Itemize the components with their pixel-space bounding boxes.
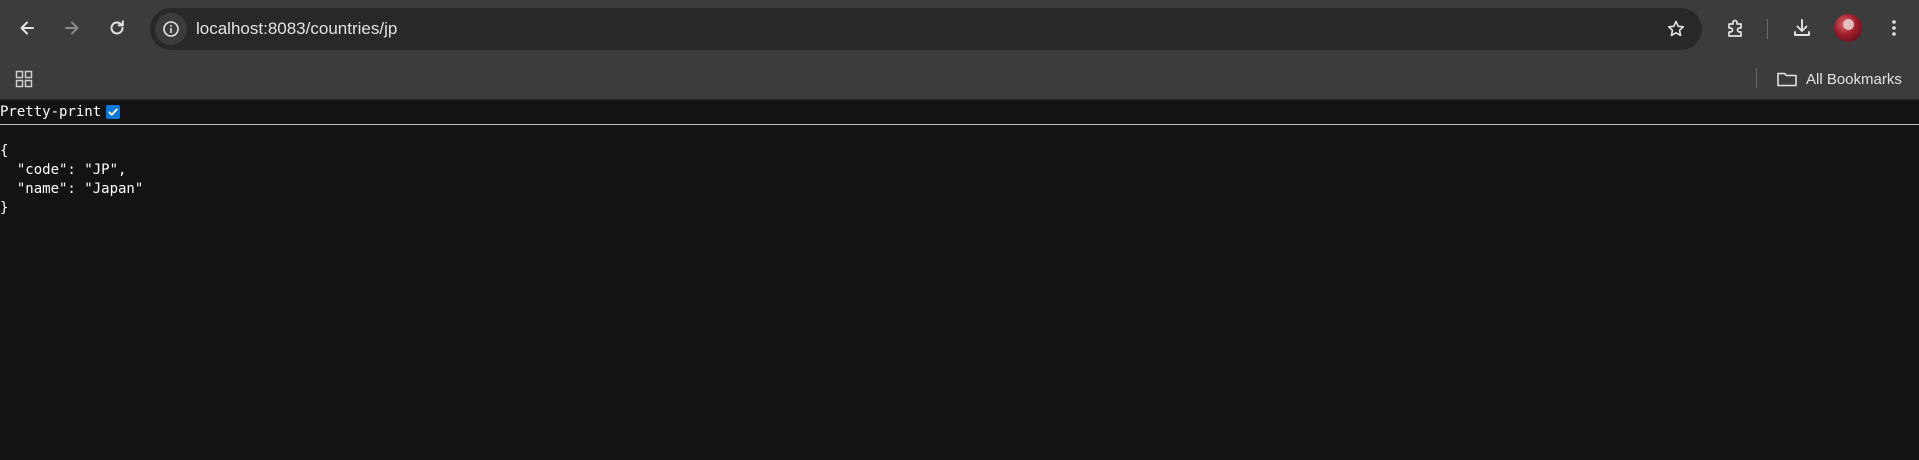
- menu-kebab-icon: [1892, 20, 1896, 36]
- address-bar[interactable]: localhost:8083/countries/jp: [150, 8, 1702, 50]
- url-text[interactable]: localhost:8083/countries/jp: [196, 19, 397, 39]
- extensions-icon: [1728, 19, 1742, 37]
- reload-button[interactable]: [99, 10, 135, 46]
- back-button[interactable]: [9, 10, 45, 46]
- site-info-button[interactable]: [155, 13, 187, 45]
- bookmark-star-icon: [1667, 20, 1685, 37]
- folder-icon: [1777, 72, 1797, 87]
- download-icon: [1794, 19, 1810, 36]
- json-body: { "code": "JP", "name": "Japan"}: [0, 142, 143, 218]
- forward-button[interactable]: [54, 10, 90, 46]
- downloads-button[interactable]: [1784, 10, 1820, 46]
- avatar[interactable]: [1834, 14, 1862, 42]
- pretty-print-label: Pretty-print: [0, 104, 102, 120]
- pretty-print-checkbox[interactable]: [106, 105, 121, 119]
- json-line: {: [0, 143, 9, 159]
- apps-grid-icon: [15, 70, 33, 88]
- back-arrow-icon: [20, 21, 34, 35]
- all-bookmarks-label: All Bookmarks: [1806, 70, 1902, 88]
- browser-toolbar: localhost:8083/countries/jp: [0, 0, 1919, 58]
- forward-arrow-icon: [65, 21, 79, 35]
- bookmarks-bar: All Bookmarks: [0, 58, 1919, 100]
- reload-icon: [110, 20, 124, 35]
- browser-menu-button[interactable]: [1876, 10, 1912, 46]
- pretty-print-bar: Pretty-print: [0, 100, 1919, 125]
- toolbar-divider: [1767, 19, 1768, 39]
- json-line: }: [0, 200, 9, 216]
- bookmark-star-button[interactable]: [1660, 13, 1692, 45]
- apps-button[interactable]: [6, 61, 42, 97]
- all-bookmarks-button[interactable]: All Bookmarks: [1776, 65, 1902, 93]
- extensions-button[interactable]: [1718, 10, 1754, 46]
- checkbox-checked-icon: [108, 108, 118, 116]
- page-content: Pretty-print { "code": "JP", "name": "Ja…: [0, 100, 1919, 460]
- site-info-icon: [163, 21, 179, 37]
- json-line: "name": "Japan": [0, 181, 144, 197]
- bookmarks-divider: [1756, 68, 1757, 88]
- json-line: "code": "JP",: [0, 162, 127, 178]
